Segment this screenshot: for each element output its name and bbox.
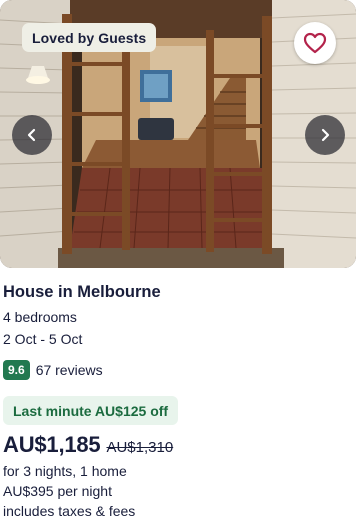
price-row: AU$1,185 AU$1,310 xyxy=(3,432,173,458)
property-photo[interactable]: Loved by Guests xyxy=(0,0,356,268)
current-price: AU$1,185 xyxy=(3,432,101,457)
rating-score-badge: 9.6 xyxy=(3,360,30,380)
next-photo-button[interactable] xyxy=(305,115,345,155)
previous-photo-button[interactable] xyxy=(12,115,52,155)
last-minute-deal-badge: Last minute AU$125 off xyxy=(3,396,179,425)
reviews-count: 67 reviews xyxy=(35,362,103,378)
rating-row: 9.6 67 reviews xyxy=(3,360,103,380)
property-title[interactable]: House in Melbourne xyxy=(3,283,161,302)
heart-outline-icon xyxy=(303,32,327,54)
chevron-right-icon xyxy=(321,128,330,142)
property-card[interactable]: Loved by Guests House in Melbourne 4 bed… xyxy=(0,0,356,525)
taxes-note: includes taxes & fees xyxy=(3,503,136,519)
price-per-night: AU$395 per night xyxy=(3,483,112,499)
chevron-left-icon xyxy=(27,128,36,142)
save-favorite-button[interactable] xyxy=(294,22,336,64)
stay-summary: for 3 nights, 1 home xyxy=(3,463,127,479)
original-price: AU$1,310 xyxy=(106,439,174,456)
bedrooms-count: 4 bedrooms xyxy=(3,309,77,325)
stay-dates: 2 Oct - 5 Oct xyxy=(3,331,83,347)
loved-by-guests-badge: Loved by Guests xyxy=(22,23,157,52)
